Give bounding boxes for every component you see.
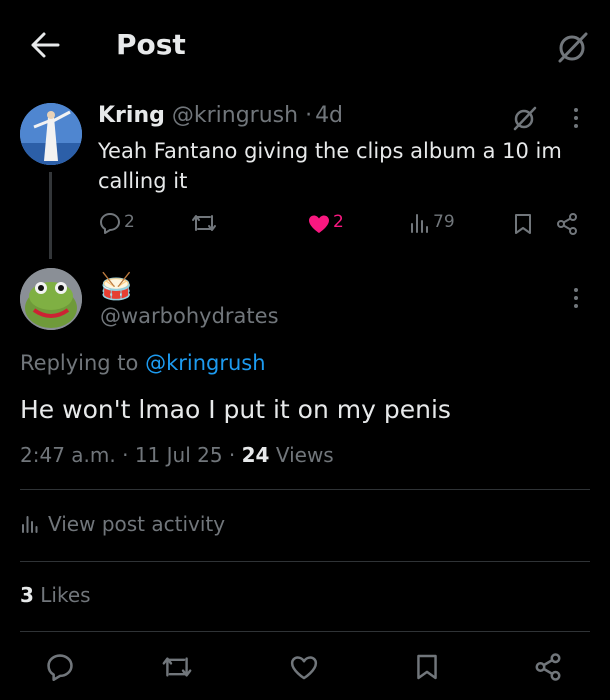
like-icon[interactable] — [289, 655, 319, 680]
thread-line — [49, 172, 52, 259]
divider — [20, 561, 590, 562]
reply-count: 2 — [124, 212, 135, 232]
reply-icon[interactable] — [46, 653, 74, 681]
post-time[interactable]: 4d — [315, 103, 343, 128]
likes-summary[interactable]: 3 Likes — [20, 583, 91, 607]
post-time[interactable]: 2:47 a.m. — [20, 443, 116, 467]
dot-separator: · — [122, 443, 129, 467]
view-post-activity-label: View post activity — [48, 512, 226, 536]
post-date[interactable]: 11 Jul 25 — [135, 443, 223, 467]
share-icon[interactable] — [555, 212, 579, 236]
views-count: 79 — [433, 212, 455, 232]
view-post-activity[interactable]: View post activity — [20, 512, 225, 536]
views-count: 24 — [241, 443, 270, 467]
repost-icon[interactable] — [190, 213, 218, 233]
post-text: He won't lmao I put it on my penis — [20, 395, 451, 424]
display-name-emoji[interactable]: 🥁 — [100, 272, 132, 302]
display-name[interactable]: Kring — [98, 103, 165, 128]
more-icon[interactable] — [572, 106, 580, 130]
replying-to-label: Replying to — [20, 351, 139, 375]
likes-count: 3 — [20, 583, 34, 607]
more-icon[interactable] — [572, 286, 580, 310]
bookmark-icon[interactable] — [514, 213, 532, 235]
replying-to: Replying to @kringrush — [20, 351, 266, 375]
post-meta: Kring @kringrush · 4d — [98, 103, 343, 128]
avatar[interactable] — [20, 103, 82, 165]
bookmark-icon[interactable] — [416, 653, 438, 681]
post-text: Yeah Fantano giving the clips album a 10… — [98, 136, 562, 196]
avatar[interactable] — [20, 268, 82, 330]
grok-icon[interactable] — [512, 105, 538, 131]
like-count: 2 — [333, 212, 344, 232]
dot-separator: · — [228, 443, 236, 467]
page-title: Post — [116, 28, 186, 61]
post-timestamp: 2:47 a.m. · 11 Jul 25 · 24 Views — [20, 443, 334, 467]
reply-icon[interactable] — [99, 212, 121, 234]
dot-separator: · — [305, 103, 313, 128]
views-label: Views — [275, 443, 334, 467]
post-text-line: calling it — [98, 169, 188, 193]
divider — [20, 631, 590, 632]
likes-label: Likes — [40, 583, 91, 607]
divider — [20, 489, 590, 490]
views-icon[interactable] — [409, 212, 431, 234]
like-icon[interactable] — [307, 214, 331, 234]
repost-icon[interactable] — [160, 655, 194, 679]
handle[interactable]: @warbohydrates — [100, 304, 279, 328]
back-arrow-icon[interactable] — [30, 31, 60, 59]
handle[interactable]: @kringrush — [172, 103, 298, 128]
replying-to-link[interactable]: @kringrush — [145, 351, 265, 375]
grok-icon[interactable] — [556, 30, 590, 64]
analytics-icon — [20, 514, 40, 534]
share-icon[interactable] — [533, 652, 563, 682]
post-text-line: Yeah Fantano giving the clips album a 10… — [98, 139, 562, 163]
